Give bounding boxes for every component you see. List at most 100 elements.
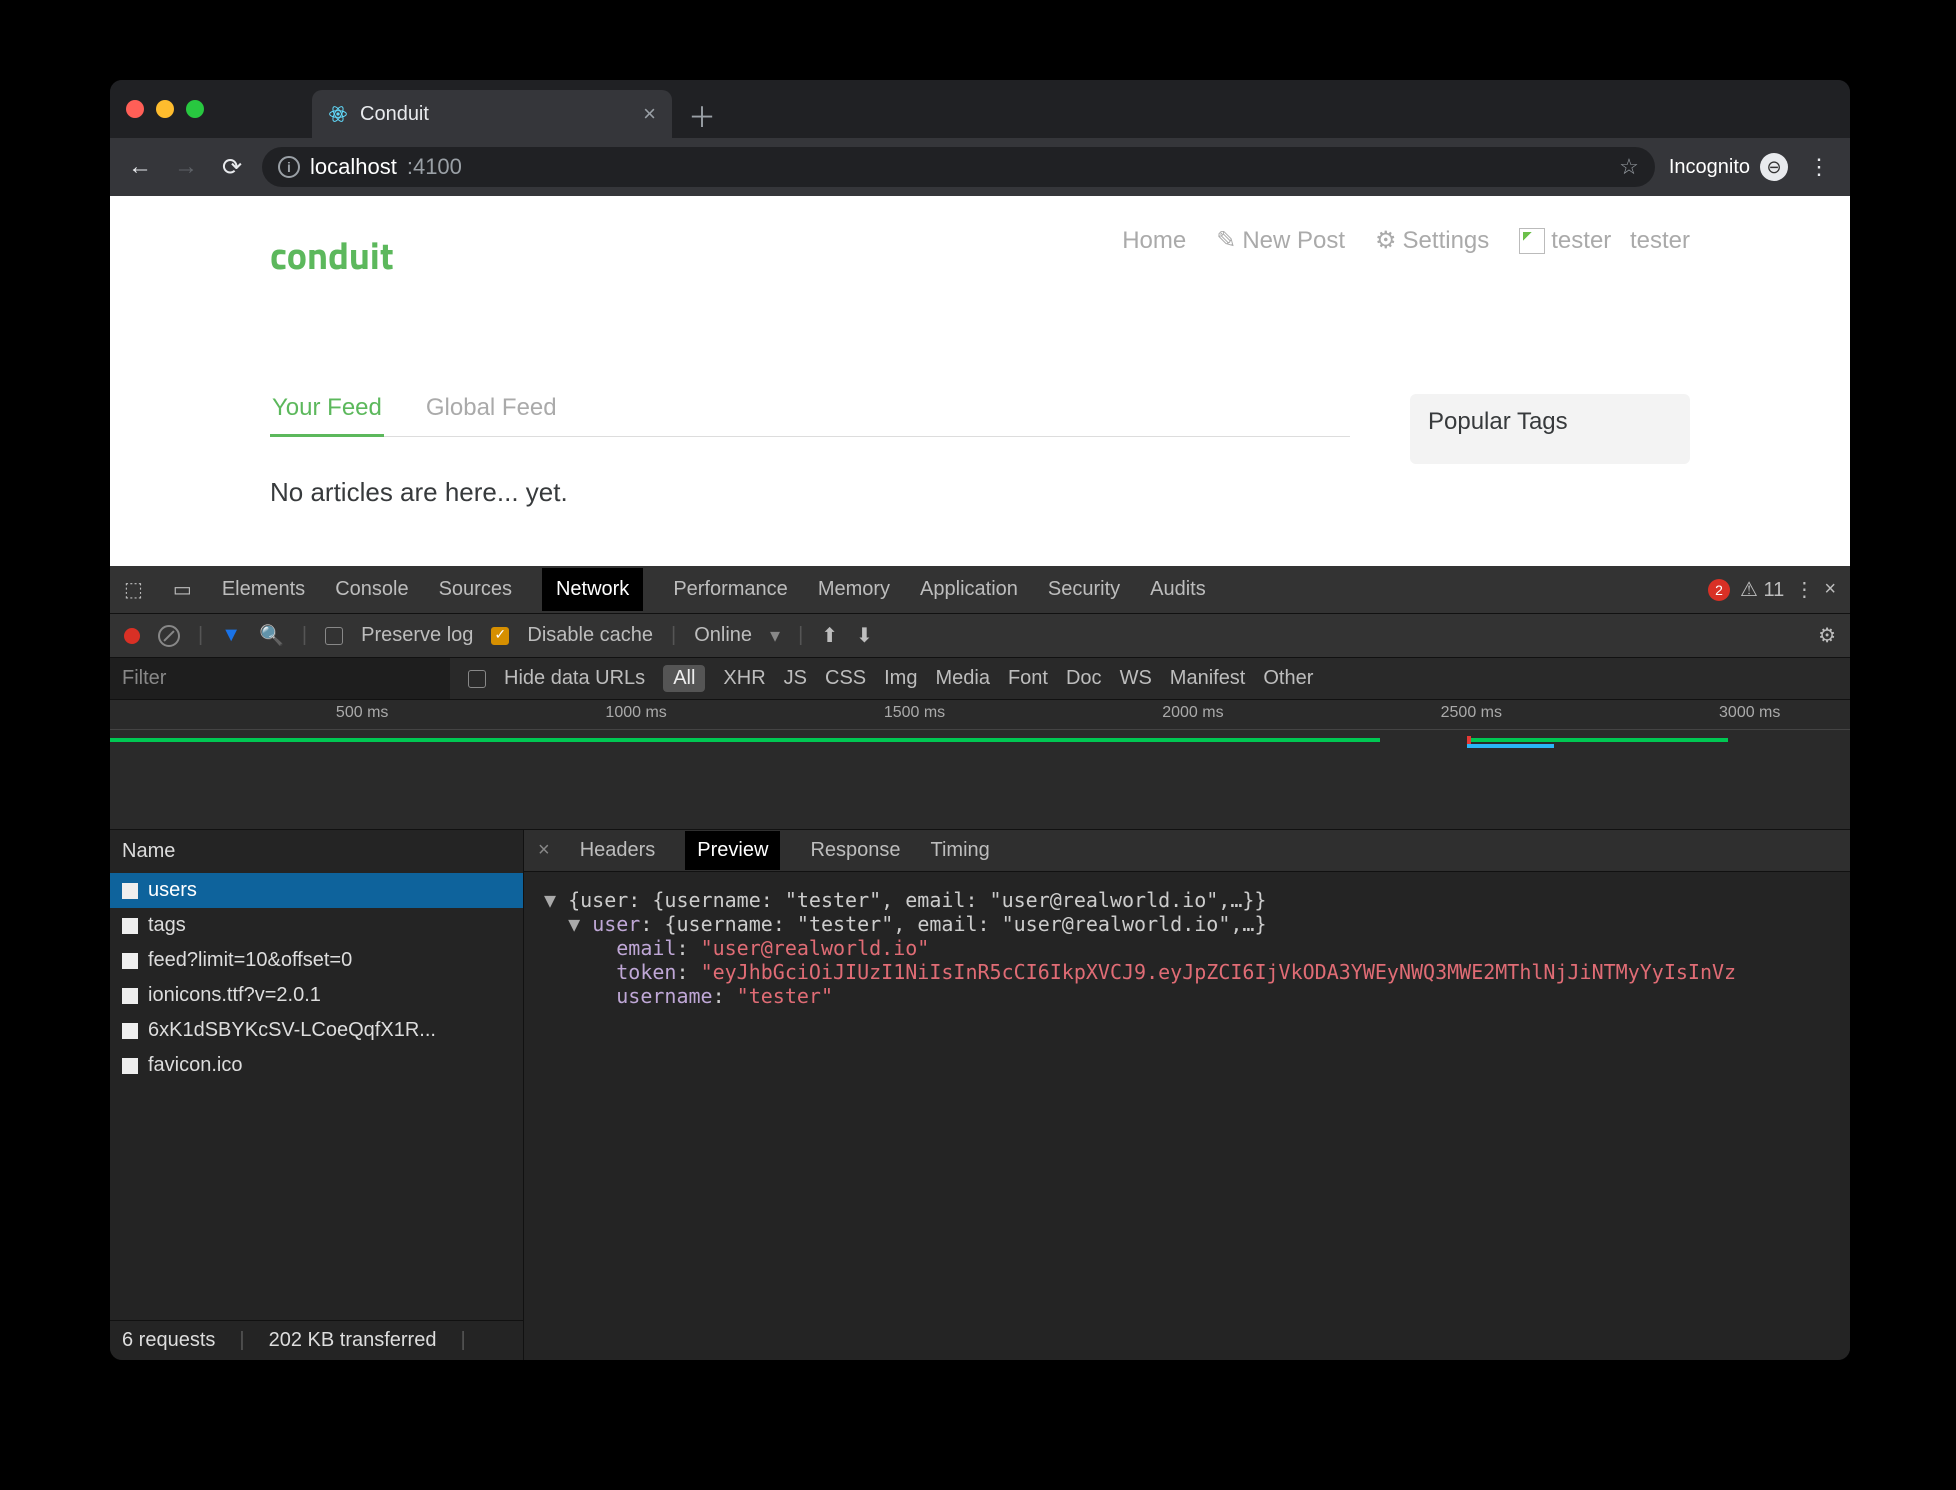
app-nav: Home ✎New Post ⚙Settings tester tester — [1122, 226, 1690, 255]
network-timeline[interactable]: 500 ms 1000 ms 1500 ms 2000 ms 2500 ms 3… — [110, 700, 1850, 830]
gear-icon: ⚙ — [1375, 226, 1397, 255]
tab-global-feed[interactable]: Global Feed — [424, 394, 559, 436]
name-column-header[interactable]: Name — [110, 830, 523, 873]
page-content: conduit Home ✎New Post ⚙Settings tester … — [110, 196, 1850, 566]
type-media[interactable]: Media — [935, 667, 989, 690]
devtools-tab-network[interactable]: Network — [542, 568, 643, 611]
devtools: ⬚ ▭ Elements Console Sources Network Per… — [110, 566, 1850, 1360]
request-row[interactable]: ionicons.ttf?v=2.0.1 — [110, 978, 523, 1013]
network-filter-bar: Filter Hide data URLs All XHR JS CSS Img… — [110, 658, 1850, 700]
browser-tab[interactable]: Conduit × — [312, 90, 672, 138]
devtools-tab[interactable]: Elements — [222, 578, 305, 601]
close-tab-icon[interactable]: × — [643, 101, 656, 127]
devtools-tab[interactable]: Sources — [439, 578, 512, 601]
nav-user-link[interactable]: tester tester — [1519, 227, 1690, 255]
tab-title: Conduit — [360, 103, 429, 126]
file-icon — [122, 1023, 138, 1039]
browser-menu-button[interactable]: ⋮ — [1802, 154, 1836, 180]
type-manifest[interactable]: Manifest — [1170, 667, 1246, 690]
type-font[interactable]: Font — [1008, 667, 1048, 690]
response-preview[interactable]: ▼ {user: {username: "tester", email: "us… — [524, 872, 1850, 1360]
toolbar: ← → ⟳ i localhost:4100 ☆ Incognito ⊖ ⋮ — [110, 138, 1850, 196]
nav-new-post-link[interactable]: ✎New Post — [1216, 226, 1345, 255]
nav-settings-link[interactable]: ⚙Settings — [1375, 226, 1489, 255]
tab-your-feed[interactable]: Your Feed — [270, 394, 384, 437]
hide-data-urls-label: Hide data URLs — [504, 667, 645, 690]
warnings-badge[interactable]: ⚠ 11 — [1740, 577, 1784, 602]
devtools-close-icon[interactable]: × — [1824, 578, 1836, 601]
devtools-tab[interactable]: Audits — [1150, 578, 1206, 601]
request-row[interactable]: tags — [110, 908, 523, 943]
type-all[interactable]: All — [663, 665, 705, 692]
clear-button[interactable] — [158, 625, 180, 647]
nav-forward-button[interactable]: → — [170, 153, 202, 181]
app-brand[interactable]: conduit — [270, 226, 394, 284]
window-controls — [122, 80, 212, 138]
type-img[interactable]: Img — [884, 667, 917, 690]
site-info-icon[interactable]: i — [278, 156, 300, 178]
close-window-button[interactable] — [126, 100, 144, 118]
hide-data-urls-checkbox[interactable] — [468, 670, 486, 688]
incognito-label: Incognito — [1669, 156, 1750, 179]
compose-icon: ✎ — [1216, 226, 1236, 255]
device-toolbar-icon[interactable]: ▭ — [173, 577, 192, 602]
preserve-log-label: Preserve log — [361, 624, 473, 647]
filter-input[interactable]: Filter — [110, 658, 450, 699]
inspect-element-icon[interactable]: ⬚ — [124, 577, 143, 602]
request-detail: × Headers Preview Response Timing ▼ {use… — [524, 830, 1850, 1360]
upload-icon[interactable]: ⬆ — [821, 623, 838, 648]
nav-reload-button[interactable]: ⟳ — [216, 153, 248, 182]
tab-strip: Conduit × ＋ — [110, 80, 1850, 138]
type-doc[interactable]: Doc — [1066, 667, 1102, 690]
type-ws[interactable]: WS — [1120, 667, 1152, 690]
network-summary: 6 requests | 202 KB transferred | — [110, 1320, 523, 1360]
type-js[interactable]: JS — [784, 667, 807, 690]
avatar-broken-icon — [1519, 228, 1545, 254]
preserve-log-checkbox[interactable] — [325, 627, 343, 645]
disable-cache-label: Disable cache — [527, 624, 653, 647]
devtools-tab[interactable]: Console — [335, 578, 408, 601]
disable-cache-checkbox[interactable] — [491, 627, 509, 645]
nav-back-button[interactable]: ← — [124, 153, 156, 181]
new-tab-button[interactable]: ＋ — [680, 94, 724, 138]
bookmark-star-icon[interactable]: ☆ — [1619, 154, 1639, 180]
omnibox[interactable]: i localhost:4100 ☆ — [262, 147, 1655, 187]
incognito-icon: ⊖ — [1760, 153, 1788, 181]
chevron-down-icon[interactable]: ▾ — [770, 623, 780, 648]
request-row[interactable]: users — [110, 873, 523, 908]
detail-tab-timing[interactable]: Timing — [931, 839, 990, 862]
empty-feed-message: No articles are here... yet. — [270, 437, 1350, 508]
devtools-tab[interactable]: Application — [920, 578, 1018, 601]
maximize-window-button[interactable] — [186, 100, 204, 118]
devtools-tabbar: ⬚ ▭ Elements Console Sources Network Per… — [110, 566, 1850, 614]
request-row[interactable]: 6xK1dSBYKcSV-LCoeQqfX1R... — [110, 1013, 523, 1048]
minimize-window-button[interactable] — [156, 100, 174, 118]
type-xhr[interactable]: XHR — [723, 667, 765, 690]
devtools-tab[interactable]: Memory — [818, 578, 890, 601]
devtools-kebab-icon[interactable]: ⋮ — [1794, 577, 1814, 602]
settings-gear-icon[interactable]: ⚙ — [1818, 623, 1836, 648]
request-list: Name users tags feed?limit=10&offset=0 i… — [110, 830, 524, 1360]
throttling-select[interactable]: Online — [694, 624, 752, 647]
detail-tab-response[interactable]: Response — [810, 839, 900, 862]
nav-home-link[interactable]: Home — [1122, 227, 1186, 255]
close-detail-icon[interactable]: × — [538, 839, 550, 862]
record-button[interactable] — [124, 628, 140, 644]
request-row[interactable]: favicon.ico — [110, 1048, 523, 1083]
search-icon[interactable]: 🔍 — [259, 623, 284, 648]
type-other[interactable]: Other — [1263, 667, 1313, 690]
errors-badge[interactable]: 2 — [1708, 579, 1730, 601]
transfer-size: 202 KB transferred — [269, 1329, 437, 1352]
download-icon[interactable]: ⬇ — [856, 623, 873, 648]
network-toolbar: | ▼ 🔍 | Preserve log Disable cache | Onl… — [110, 614, 1850, 658]
devtools-tab[interactable]: Performance — [673, 578, 788, 601]
type-css[interactable]: CSS — [825, 667, 866, 690]
popular-tags-sidebar: Popular Tags — [1410, 394, 1690, 464]
detail-tab-preview[interactable]: Preview — [685, 831, 780, 870]
devtools-tab[interactable]: Security — [1048, 578, 1120, 601]
file-icon — [122, 953, 138, 969]
request-count: 6 requests — [122, 1329, 215, 1352]
filter-icon[interactable]: ▼ — [221, 624, 241, 647]
detail-tab-headers[interactable]: Headers — [580, 839, 656, 862]
request-row[interactable]: feed?limit=10&offset=0 — [110, 943, 523, 978]
